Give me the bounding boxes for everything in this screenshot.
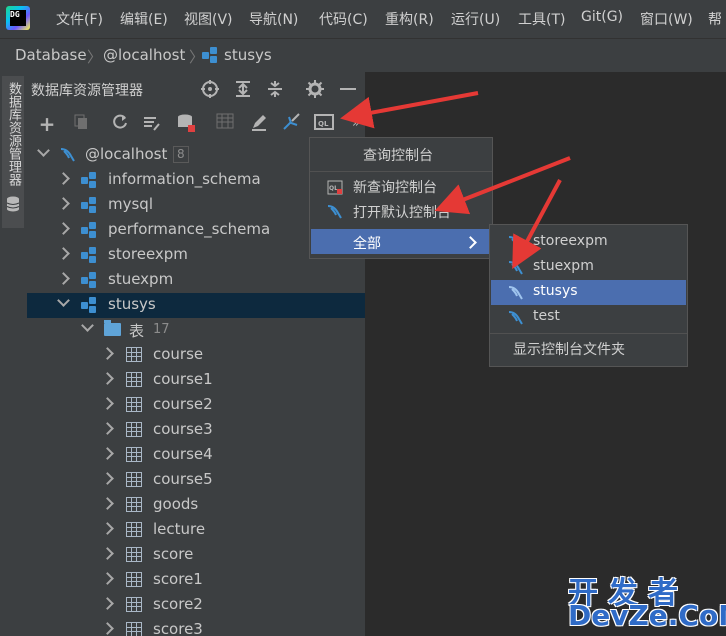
watermark-line2: DevZe.CoM — [568, 599, 726, 632]
arrow-to-stusys-console — [512, 179, 562, 270]
annotation-arrows — [340, 91, 571, 270]
arrow-to-toolbar-icon — [340, 91, 479, 129]
